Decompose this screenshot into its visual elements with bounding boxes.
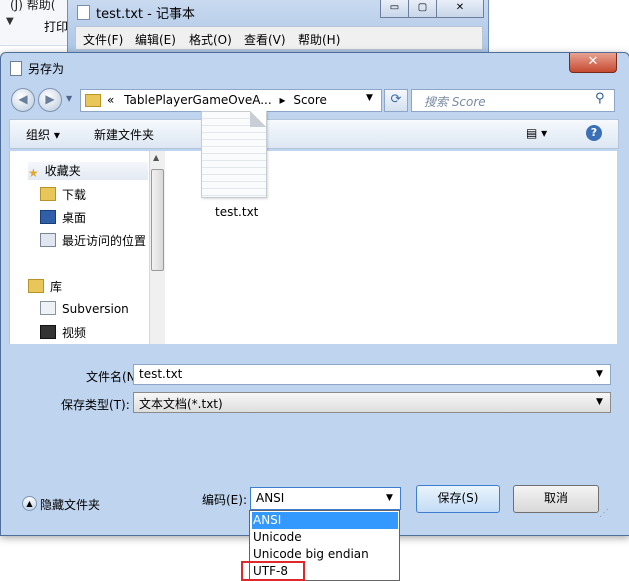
- nav-item-label: Subversion: [62, 302, 129, 316]
- nav-item-label: 最近访问的位置: [62, 234, 147, 248]
- breadcrumb-overflow[interactable]: «: [107, 93, 114, 107]
- filename-dropdown-icon[interactable]: ▼: [596, 369, 603, 379]
- dropdown-arrow-icon[interactable]: ▼: [6, 16, 14, 27]
- encoding-select[interactable]: ANSI ▼: [250, 487, 401, 510]
- help-icon[interactable]: ?: [586, 125, 602, 141]
- nav-item-videos[interactable]: 视频: [40, 324, 86, 341]
- search-input[interactable]: 搜索 Score ⚲: [411, 89, 615, 112]
- save-form: 文件名(N): test.txt ▼ 保存类型(T): 文本文档(*.txt) …: [9, 344, 617, 424]
- refresh-button[interactable]: ⟳: [384, 89, 408, 112]
- hide-folders-button[interactable]: 隐藏文件夹: [40, 496, 100, 513]
- breadcrumb-current[interactable]: Score: [293, 93, 327, 107]
- menu-help[interactable]: 帮助(H): [298, 31, 340, 48]
- save-as-dialog: 另存为 ✕ ◀ ▶ ▼ « TablePlayerGameOveA... ▸ S…: [0, 52, 629, 536]
- address-path: « TablePlayerGameOveA... ▸ Score: [107, 93, 327, 107]
- refresh-icon: ⟳: [390, 92, 402, 107]
- notepad-close-button[interactable]: ✕: [436, 0, 484, 18]
- save-button[interactable]: 保存(S): [416, 485, 500, 513]
- videos-icon: [40, 325, 56, 339]
- organize-button[interactable]: 组织 ▾: [26, 126, 60, 143]
- recent-pages-dropdown-icon[interactable]: ▼: [66, 94, 72, 103]
- filename-value: test.txt: [139, 367, 183, 381]
- scroll-up-icon[interactable]: ▲: [153, 153, 159, 162]
- file-item-name[interactable]: test.txt: [215, 205, 258, 219]
- recent-places-icon: [40, 233, 56, 247]
- resize-grip-icon[interactable]: ⋰: [599, 508, 613, 522]
- dialog-close-button[interactable]: ✕: [569, 53, 617, 73]
- cancel-button[interactable]: 取消: [513, 485, 599, 513]
- dialog-title: 另存为: [28, 62, 65, 76]
- nav-libraries-label: 库: [50, 280, 63, 294]
- filename-field[interactable]: test.txt ▼: [133, 364, 611, 385]
- address-bar[interactable]: « TablePlayerGameOveA... ▸ Score ▼: [80, 89, 382, 112]
- menu-file[interactable]: 文件(F): [83, 31, 123, 48]
- filetype-label: 保存类型(T):: [61, 398, 130, 412]
- dialog-icon: [10, 61, 22, 76]
- nav-item-label: 视频: [62, 326, 87, 340]
- notepad-title: test.txt - 记事本: [96, 7, 195, 22]
- address-dropdown-icon[interactable]: ▼: [366, 93, 373, 103]
- nav-libraries[interactable]: 库: [28, 278, 62, 295]
- maximize-icon: ▢: [417, 2, 428, 13]
- menu-edit[interactable]: 编辑(E): [135, 31, 176, 48]
- notepad-menubar: 文件(F) 编辑(E) 格式(O) 查看(V) 帮助(H): [75, 26, 483, 50]
- libraries-icon: [28, 279, 44, 293]
- encoding-option-ansi[interactable]: ANSI: [252, 512, 398, 529]
- menu-view[interactable]: 查看(V): [244, 31, 286, 48]
- desktop-icon: [40, 210, 56, 224]
- file-fold-corner: [250, 111, 266, 127]
- encoding-value: ANSI: [256, 491, 285, 505]
- forward-arrow-icon: ▶: [45, 92, 55, 106]
- filetype-select[interactable]: 文本文档(*.txt) ▼: [133, 392, 611, 413]
- background-menu-fragment: (J) 帮助(: [10, 0, 56, 12]
- minimize-icon: ▭: [389, 2, 400, 13]
- star-icon: ★: [28, 166, 39, 180]
- filetype-value: 文本文档(*.txt): [139, 397, 223, 411]
- menu-format[interactable]: 格式(O): [189, 31, 232, 48]
- nav-item-label: 下载: [62, 188, 87, 202]
- highlight-annotation-box: [241, 561, 305, 581]
- nav-item-desktop[interactable]: 桌面: [40, 209, 86, 226]
- nav-scrollbar-thumb[interactable]: [151, 169, 164, 271]
- filetype-dropdown-icon[interactable]: ▼: [596, 397, 603, 407]
- close-icon: ✕: [455, 2, 465, 13]
- nav-item-downloads[interactable]: 下载: [40, 186, 86, 203]
- forward-button[interactable]: ▶: [38, 88, 62, 112]
- new-folder-button[interactable]: 新建文件夹: [94, 126, 154, 143]
- nav-item-recent-places[interactable]: 最近访问的位置: [40, 232, 146, 249]
- nav-item-subversion[interactable]: Subversion: [40, 301, 129, 316]
- minimize-button[interactable]: ▭: [380, 0, 409, 18]
- nav-favorites-label: 收藏夹: [44, 164, 81, 178]
- print-button[interactable]: 打印: [44, 18, 68, 35]
- search-placeholder: 搜索 Score: [424, 95, 486, 109]
- breadcrumb-parent[interactable]: TablePlayerGameOveA...: [124, 93, 271, 107]
- search-icon[interactable]: ⚲: [595, 91, 605, 106]
- back-button[interactable]: ◀: [11, 88, 35, 112]
- maximize-button[interactable]: ▢: [408, 0, 437, 18]
- breadcrumb-separator[interactable]: ▸: [279, 93, 285, 107]
- nav-favorites[interactable]: ★ 收藏夹: [28, 162, 148, 180]
- folder-icon: [85, 94, 101, 107]
- background-window: (J) 帮助( ▼ 打印: [0, 0, 75, 46]
- close-icon: ✕: [587, 54, 599, 69]
- encoding-dropdown-icon[interactable]: ▼: [386, 493, 393, 503]
- nav-item-label: 桌面: [62, 211, 87, 225]
- downloads-folder-icon: [40, 187, 56, 201]
- encoding-option-unicode[interactable]: Unicode: [252, 529, 398, 546]
- subversion-library-icon: [40, 301, 56, 315]
- notepad-icon: [77, 5, 90, 20]
- encoding-label: 编码(E):: [202, 493, 247, 507]
- back-arrow-icon: ◀: [18, 92, 28, 106]
- command-bar: 组织 ▾ 新建文件夹 ▤ ▾ ?: [9, 119, 619, 149]
- collapse-arrow-icon[interactable]: ▲: [22, 496, 37, 511]
- view-options-button[interactable]: ▤ ▾: [526, 126, 547, 140]
